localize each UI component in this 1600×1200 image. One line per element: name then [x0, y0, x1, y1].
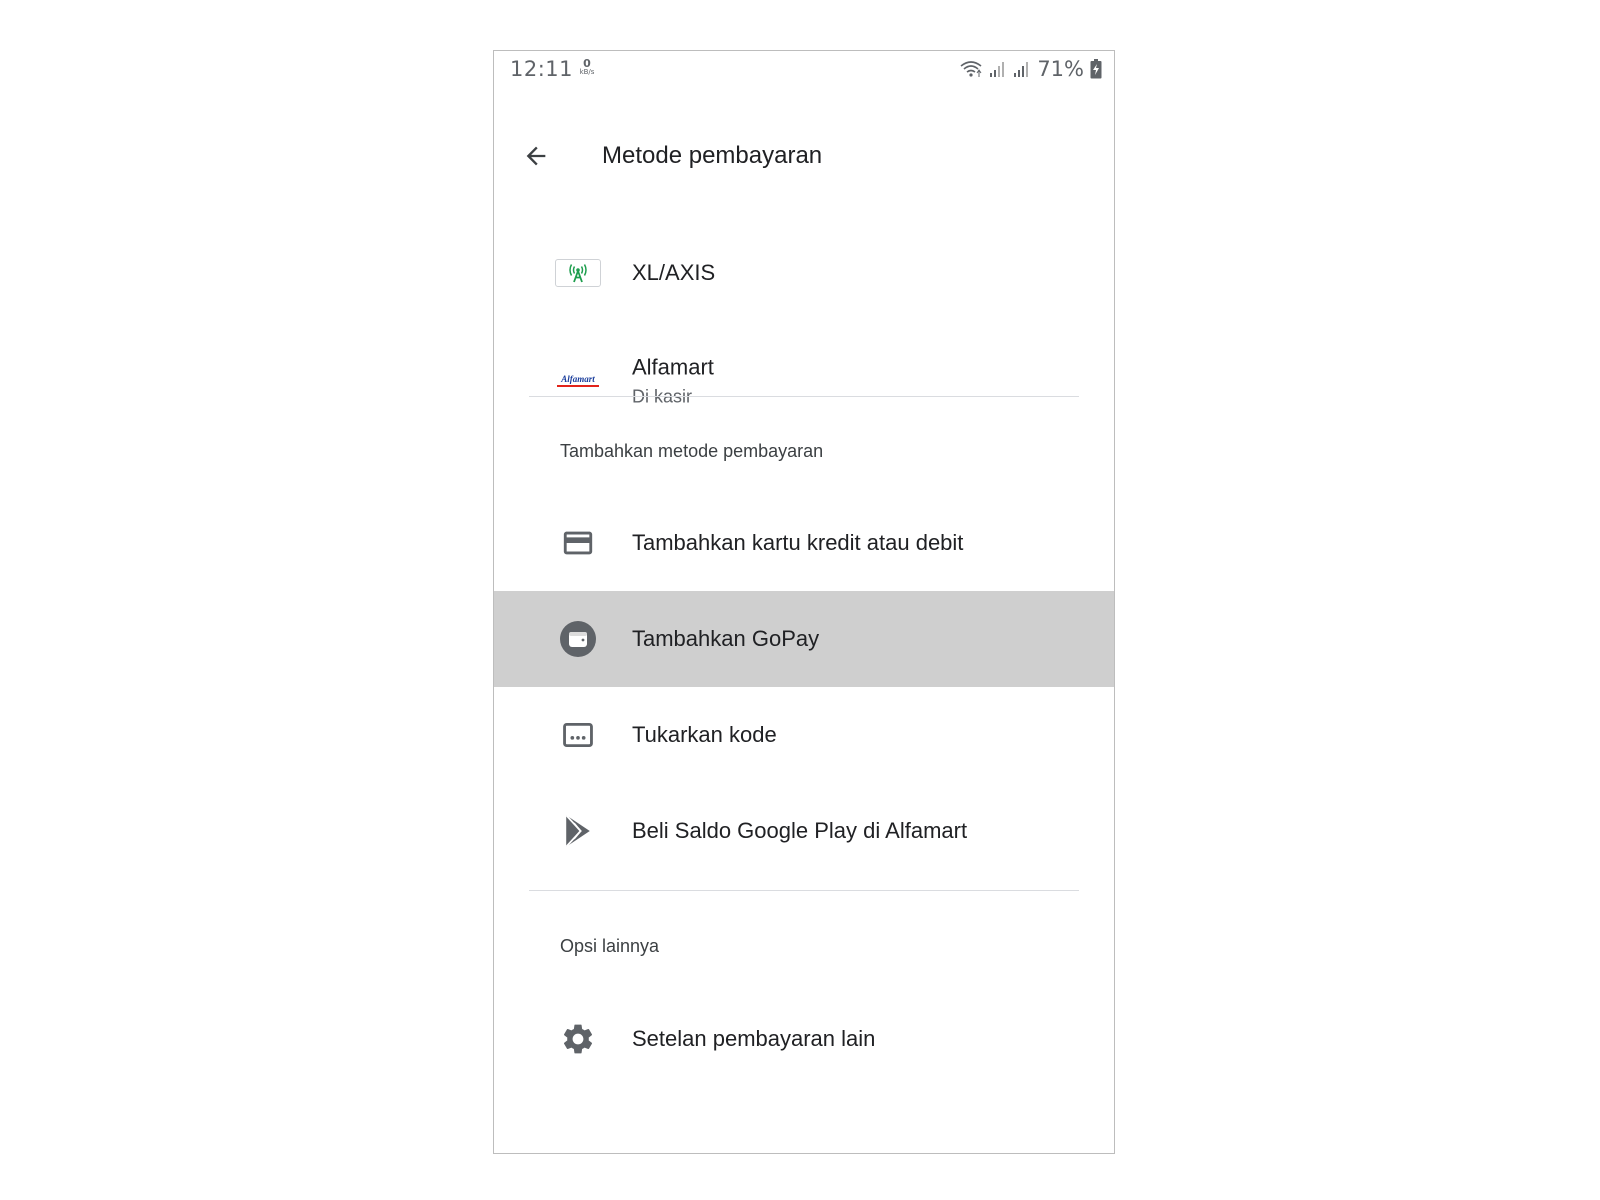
xl-axis-logo-slot	[553, 248, 603, 298]
alfamart-logo-text: Alfamart	[561, 374, 595, 384]
battery-percent: 71%	[1037, 57, 1084, 81]
antenna-icon	[569, 264, 587, 283]
add-gopay-label: Tambahkan GoPay	[632, 626, 820, 651]
add-card-button[interactable]: Tambahkan kartu kredit atau debit	[494, 495, 1114, 591]
payment-method-sublabel: Di kasir	[632, 386, 693, 407]
buy-google-play-balance-button[interactable]: Beli Saldo Google Play di Alfamart	[494, 783, 1114, 879]
signal-icon	[990, 62, 1005, 77]
redeem-code-label: Tukarkan kode	[632, 722, 777, 747]
redeem-code-icon	[563, 722, 593, 748]
status-bar: 12:11 0 kB/s 71%	[494, 51, 1114, 87]
network-speed-unit: kB/s	[579, 68, 595, 76]
signal-icon	[1014, 62, 1029, 77]
credit-card-icon	[563, 531, 593, 555]
section-header-other-options: Opsi lainnya	[560, 936, 660, 956]
payment-method-xl-axis[interactable]: XL/AXIS	[494, 233, 1114, 313]
other-payment-settings-label: Setelan pembayaran lain	[632, 1026, 876, 1051]
add-card-label: Tambahkan kartu kredit atau debit	[632, 530, 964, 555]
redeem-code-button[interactable]: Tukarkan kode	[494, 687, 1114, 783]
buy-google-play-balance-label: Beli Saldo Google Play di Alfamart	[632, 818, 968, 843]
alfamart-logo-slot: Alfamart	[553, 356, 603, 406]
arrow-back-icon	[526, 146, 546, 166]
app-bar: Metode pembayaran	[494, 127, 1114, 183]
section-header-add-payment: Tambahkan metode pembayaran	[560, 441, 824, 461]
gear-icon	[563, 1024, 593, 1054]
network-speed: 0 kB/s	[576, 58, 598, 76]
page-title: Metode pembayaran	[602, 142, 823, 169]
back-button[interactable]	[516, 141, 556, 171]
add-gopay-button[interactable]: Tambahkan GoPay	[494, 591, 1114, 687]
payment-method-label: Alfamart	[632, 354, 714, 380]
divider	[529, 890, 1079, 891]
status-icons: 71%	[959, 55, 1102, 83]
alfamart-logo: Alfamart	[557, 375, 599, 387]
wifi-icon	[960, 61, 982, 77]
status-time: 12:11	[510, 57, 574, 81]
xl-axis-logo	[555, 259, 601, 287]
gopay-wallet-icon	[560, 621, 596, 657]
other-payment-settings-button[interactable]: Setelan pembayaran lain	[494, 991, 1114, 1087]
google-play-icon	[565, 814, 590, 848]
payment-method-alfamart[interactable]: Alfamart Alfamart Di kasir	[494, 333, 1114, 429]
battery-charging-icon	[1090, 59, 1102, 79]
payment-method-label: XL/AXIS	[632, 260, 716, 285]
divider	[529, 396, 1079, 397]
phone-screen: 12:11 0 kB/s 71% Metode pembayaran XL/AX…	[493, 50, 1115, 1154]
